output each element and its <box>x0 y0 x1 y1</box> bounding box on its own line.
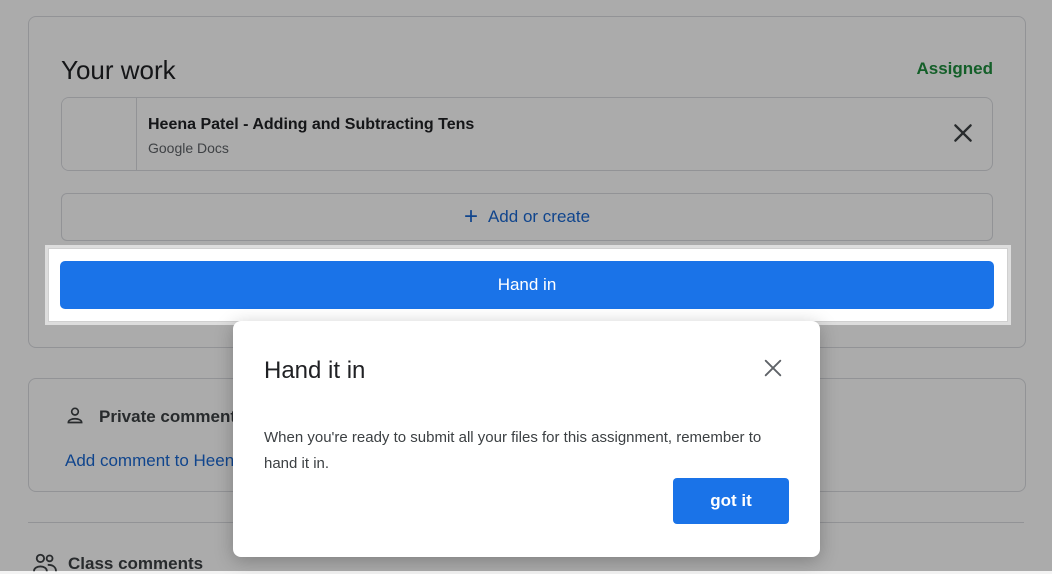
hand-in-spotlight: Hand in <box>48 248 1008 322</box>
hand-it-in-dialog: Hand it in When you're ready to submit a… <box>233 321 820 557</box>
got-it-button[interactable]: got it <box>673 478 789 524</box>
dialog-message: When you're ready to submit all your fil… <box>264 429 762 472</box>
hand-in-button-spotlight[interactable]: Hand in <box>60 261 994 309</box>
dialog-title: Hand it in <box>264 357 366 384</box>
close-icon[interactable] <box>762 357 784 379</box>
